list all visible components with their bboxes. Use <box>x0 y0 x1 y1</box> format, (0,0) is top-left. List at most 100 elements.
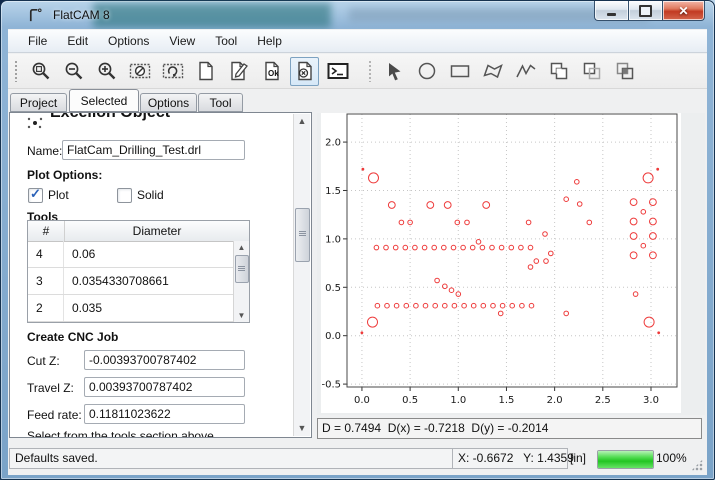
tab-options[interactable]: Options <box>140 93 197 112</box>
menu-edit[interactable]: Edit <box>57 31 98 51</box>
zoom-out-button[interactable] <box>59 57 88 86</box>
intersect-button[interactable] <box>610 57 639 86</box>
panel-scrollbar[interactable]: ▲ ▼ <box>293 114 310 436</box>
drill-hole <box>650 252 657 259</box>
union-button[interactable] <box>544 57 573 86</box>
zoom-fit-button[interactable] <box>26 57 55 86</box>
feed-rate-input[interactable] <box>84 404 245 424</box>
x-tick-label: 1.5 <box>499 395 515 406</box>
zoom-in-button[interactable] <box>92 57 121 86</box>
tool-diameter[interactable]: 0.06 <box>64 241 234 267</box>
travel-z-label: Travel Z: <box>27 381 74 395</box>
cut-z-label: Cut Z: <box>27 354 60 368</box>
drill-hole <box>641 210 646 215</box>
x-tick-label: 0.0 <box>354 395 370 406</box>
tools-table[interactable]: # Diameter 40.0630.035433070866120.035 ▲… <box>27 220 250 323</box>
drill-hole <box>564 197 569 202</box>
tool-diameter[interactable]: 0.035 <box>64 295 234 321</box>
drill-hole <box>643 173 653 183</box>
toolbar-separator <box>368 60 372 82</box>
tool-number[interactable]: 4 <box>28 241 64 267</box>
drill-hole <box>528 265 533 270</box>
tool-diameter[interactable]: 0.0354330708661 <box>64 268 234 294</box>
drill-hole <box>423 303 428 308</box>
draw-circle-button[interactable] <box>412 57 441 86</box>
tab-tool[interactable]: Tool <box>198 93 243 112</box>
shell-button[interactable] <box>323 57 352 86</box>
table-row[interactable]: 40.06 <box>28 241 234 268</box>
menu-help[interactable]: Help <box>247 31 292 51</box>
drill-hole <box>630 233 637 240</box>
select-tool-button[interactable] <box>379 57 408 86</box>
units-indicator: [in] <box>570 448 586 469</box>
progress-fill <box>598 451 653 468</box>
y-tick-label: 0.5 <box>325 283 341 294</box>
new-project-button[interactable] <box>191 57 220 86</box>
drill-hole <box>465 220 470 225</box>
titlebar[interactable]: FlatCAM 8 ✕ <box>1 1 714 29</box>
drill-hole <box>385 303 390 308</box>
name-input[interactable] <box>62 140 245 160</box>
solid-checkbox[interactable] <box>117 188 132 203</box>
drill-hole <box>442 245 447 250</box>
scroll-down-icon[interactable]: ▼ <box>294 421 310 436</box>
plot-canvas[interactable]: 0.00.51.01.52.02.53.0-0.50.00.51.01.52.0 <box>321 113 681 413</box>
col-number[interactable]: # <box>28 221 65 241</box>
close-button[interactable]: ✕ <box>662 1 705 21</box>
drill-hole <box>476 240 481 245</box>
menu-tool[interactable]: Tool <box>205 31 247 51</box>
svg-text:Ok: Ok <box>268 69 279 78</box>
resize-grip-icon[interactable] <box>691 459 703 471</box>
drill-hole <box>481 303 486 308</box>
drill-hole <box>413 245 418 250</box>
drill-hole <box>422 245 427 250</box>
drill-hole <box>630 252 637 259</box>
drill-hole <box>461 245 466 250</box>
draw-polyline-button[interactable] <box>511 57 540 86</box>
cut-z-input[interactable] <box>84 350 245 370</box>
minimize-button[interactable] <box>594 1 628 21</box>
drill-hole <box>549 251 554 256</box>
maximize-button[interactable] <box>628 1 662 21</box>
draw-rectangle-button[interactable] <box>445 57 474 86</box>
tool-number[interactable]: 3 <box>28 268 64 294</box>
table-row[interactable]: 20.035 <box>28 295 234 322</box>
menu-view[interactable]: View <box>159 31 205 51</box>
scroll-up-icon[interactable]: ▲ <box>294 114 310 129</box>
scroll-down-icon[interactable]: ▼ <box>234 309 249 322</box>
clear-plot-button[interactable] <box>125 57 154 86</box>
plot-svg[interactable]: 0.00.51.01.52.02.53.0-0.50.00.51.01.52.0 <box>321 113 681 413</box>
drill-hole <box>480 245 485 250</box>
drill-hole <box>650 218 657 225</box>
tool-number[interactable]: 2 <box>28 295 64 321</box>
table-row[interactable]: 30.0354330708661 <box>28 268 234 295</box>
col-diameter[interactable]: Diameter <box>65 221 249 241</box>
status-message: Defaults saved. <box>9 448 455 469</box>
drill-hole <box>519 245 524 250</box>
delete-object-button[interactable] <box>290 57 319 86</box>
menu-file[interactable]: File <box>18 31 57 51</box>
tools-table-scrollbar[interactable]: ▲ ▼ <box>233 241 249 322</box>
y-tick-label: 1.0 <box>325 234 341 245</box>
drill-hole <box>471 303 476 308</box>
open-project-button[interactable] <box>224 57 253 86</box>
save-project-button[interactable]: Ok <box>257 57 286 86</box>
scrollbar-thumb[interactable] <box>295 208 310 262</box>
menu-options[interactable]: Options <box>98 31 159 51</box>
travel-z-input[interactable] <box>84 377 245 397</box>
replot-button[interactable] <box>158 57 187 86</box>
toolbar-grip[interactable] <box>14 60 18 82</box>
drill-hole <box>483 202 490 209</box>
scroll-up-icon[interactable]: ▲ <box>234 241 249 254</box>
plot-checkbox[interactable] <box>28 188 43 203</box>
tab-project[interactable]: Project <box>10 93 67 112</box>
draw-polygon-button[interactable] <box>478 57 507 86</box>
tools-table-header[interactable]: # Diameter <box>28 221 249 242</box>
x-tick-label: 1.0 <box>450 395 466 406</box>
excellon-object-icon <box>26 114 44 132</box>
drill-hole <box>394 303 399 308</box>
scrollbar-thumb[interactable] <box>235 255 249 283</box>
subtract-button[interactable] <box>577 57 606 86</box>
drill-hole <box>470 245 475 250</box>
tab-selected[interactable]: Selected <box>69 89 139 112</box>
